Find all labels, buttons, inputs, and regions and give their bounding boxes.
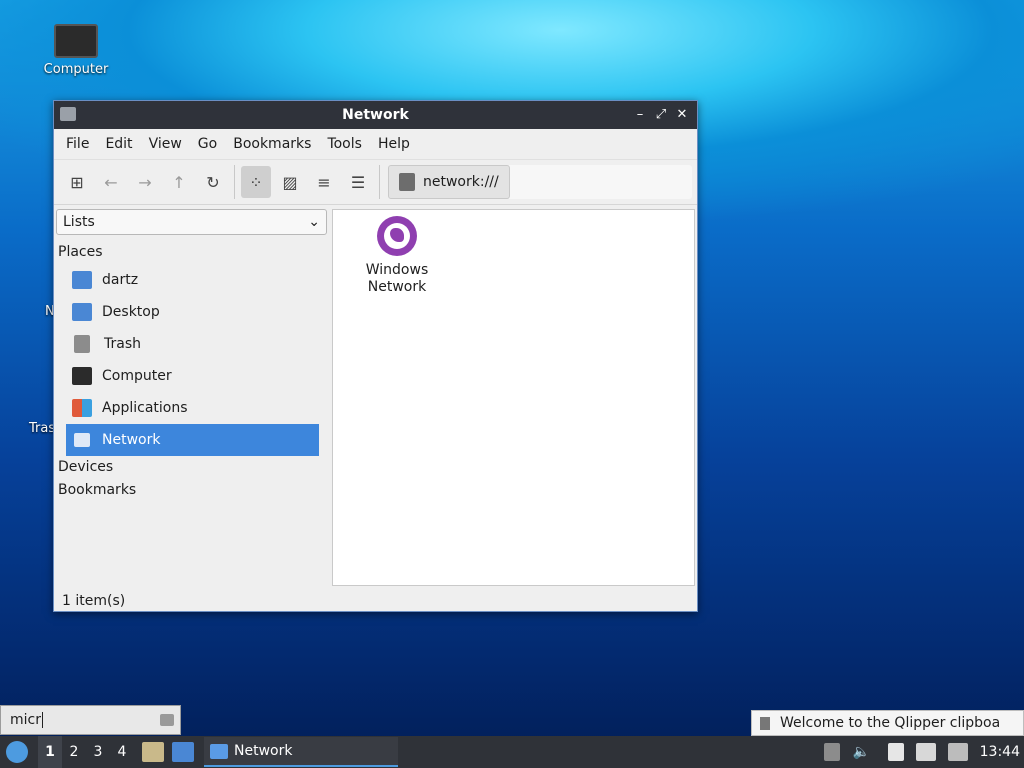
drive-icon: [399, 173, 415, 191]
workspace-1[interactable]: 1: [38, 736, 62, 768]
thumbnail-view-icon[interactable]: ▨: [275, 166, 305, 198]
toolbar-separator: [379, 165, 380, 199]
menu-bookmarks[interactable]: Bookmarks: [225, 129, 319, 159]
reload-icon[interactable]: ↻: [198, 166, 228, 198]
menu-help[interactable]: Help: [370, 129, 418, 159]
sidebar-item-label: Trash: [104, 336, 141, 352]
icon-view-icon[interactable]: ⁘: [241, 166, 271, 198]
sidebar-item-label: Desktop: [102, 304, 160, 320]
start-menu-icon[interactable]: [6, 741, 28, 763]
volume-icon[interactable]: 🔈: [852, 743, 872, 761]
path-crumb-label: network:///: [423, 174, 499, 190]
file-item-label-line1: Windows: [365, 262, 429, 278]
file-item-label-line2: Network: [367, 279, 427, 295]
notification-text: Welcome to the Qlipper clipboa: [780, 715, 1001, 731]
places-header[interactable]: Places: [56, 241, 330, 264]
trash-icon: [74, 335, 90, 353]
new-tab-icon[interactable]: ⊞: [62, 166, 92, 198]
window-title: Network: [342, 107, 409, 123]
compact-view-icon[interactable]: ≡: [309, 166, 339, 198]
taskbar-task-network[interactable]: Network: [204, 737, 398, 767]
launcher-search-input[interactable]: micr: [0, 705, 181, 735]
computer-icon: [72, 367, 92, 385]
network-tray-icon[interactable]: [915, 743, 936, 761]
devices-header[interactable]: Devices: [56, 456, 330, 479]
file-manager-launcher-icon[interactable]: [142, 742, 164, 762]
clear-icon[interactable]: [160, 714, 174, 726]
launcher-search-value: micr: [10, 712, 41, 728]
notification-popup[interactable]: Welcome to the Qlipper clipboa: [751, 710, 1024, 736]
sidebar-item-applications[interactable]: Applications: [56, 392, 330, 424]
menu-go[interactable]: Go: [190, 129, 225, 159]
up-arrow-icon[interactable]: ↑: [164, 166, 194, 198]
toolbar: ⊞ ← → ↑ ↻ ⁘ ▨ ≡ ☰ network:///: [54, 160, 697, 205]
text-cursor: [41, 712, 43, 728]
sidebar-item-desktop[interactable]: Desktop: [56, 296, 330, 328]
tray-expand-icon[interactable]: [823, 743, 840, 761]
chevron-down-icon: ⌄: [308, 214, 320, 230]
title-bar[interactable]: Network – ⤢ ✕: [54, 101, 697, 129]
sidebar-item-label: dartz: [102, 272, 139, 288]
workspace-3[interactable]: 3: [86, 736, 110, 768]
sidebar-item-label: Applications: [102, 400, 188, 416]
sidebar-item-label: Network: [102, 432, 161, 448]
desktop-icon-label: Computer: [43, 62, 109, 77]
menu-edit[interactable]: Edit: [97, 129, 140, 159]
menu-view[interactable]: View: [141, 129, 190, 159]
workspace-2[interactable]: 2: [62, 736, 86, 768]
update-notifier-icon[interactable]: [947, 743, 968, 761]
desktop-icon-computer[interactable]: Computer: [38, 24, 114, 77]
maximize-button[interactable]: ⤢: [651, 105, 671, 125]
network-icon: [74, 433, 90, 447]
clipboard-icon[interactable]: [887, 743, 904, 761]
task-label: Network: [234, 743, 293, 759]
clock[interactable]: 13:44: [980, 744, 1020, 760]
home-folder-icon: [72, 271, 92, 289]
back-arrow-icon[interactable]: ←: [96, 166, 126, 198]
side-pane-mode-select[interactable]: Lists ⌄: [56, 209, 327, 235]
file-manager-window: Network – ⤢ ✕ File Edit View Go Bookmark…: [53, 100, 698, 612]
bookmarks-header[interactable]: Bookmarks: [56, 479, 330, 502]
minimize-button[interactable]: –: [630, 105, 650, 125]
toolbar-separator: [234, 165, 235, 199]
workspace-4[interactable]: 4: [110, 736, 134, 768]
detailed-list-view-icon[interactable]: ☰: [343, 166, 373, 198]
side-pane: Lists ⌄ Places dartz Desktop Trash Compu…: [56, 209, 330, 589]
path-crumb[interactable]: network:///: [388, 165, 510, 199]
folder-view[interactable]: Windows Network: [332, 209, 695, 586]
show-desktop-icon[interactable]: [172, 742, 194, 762]
menu-file[interactable]: File: [58, 129, 97, 159]
folder-icon: [210, 743, 228, 759]
path-bar[interactable]: network:///: [388, 165, 692, 199]
sidebar-item-dartz[interactable]: dartz: [56, 264, 330, 296]
file-item-windows-network[interactable]: Windows Network: [347, 216, 447, 296]
menu-bar: File Edit View Go Bookmarks Tools Help: [54, 129, 697, 160]
menu-tools[interactable]: Tools: [319, 129, 370, 159]
side-pane-mode-value: Lists: [63, 214, 95, 230]
sidebar-item-network[interactable]: Network: [66, 424, 319, 456]
forward-arrow-icon[interactable]: →: [130, 166, 160, 198]
status-bar-text: 1 item(s): [62, 593, 126, 609]
close-button[interactable]: ✕: [672, 105, 692, 125]
sidebar-item-computer[interactable]: Computer: [56, 360, 330, 392]
taskbar: 1 2 3 4 Network 🔈 13:44: [0, 736, 1024, 768]
applications-icon: [72, 399, 92, 417]
desktop-icon: [72, 303, 92, 321]
sidebar-item-label: Computer: [102, 368, 172, 384]
globe-icon: [377, 216, 417, 256]
sidebar-item-trash[interactable]: Trash: [56, 328, 330, 360]
system-tray: 🔈 13:44: [823, 736, 1024, 768]
clipboard-icon: [760, 716, 770, 730]
desktop-icon-label-clipped[interactable]: Tras: [29, 421, 55, 436]
computer-icon: [54, 24, 98, 58]
